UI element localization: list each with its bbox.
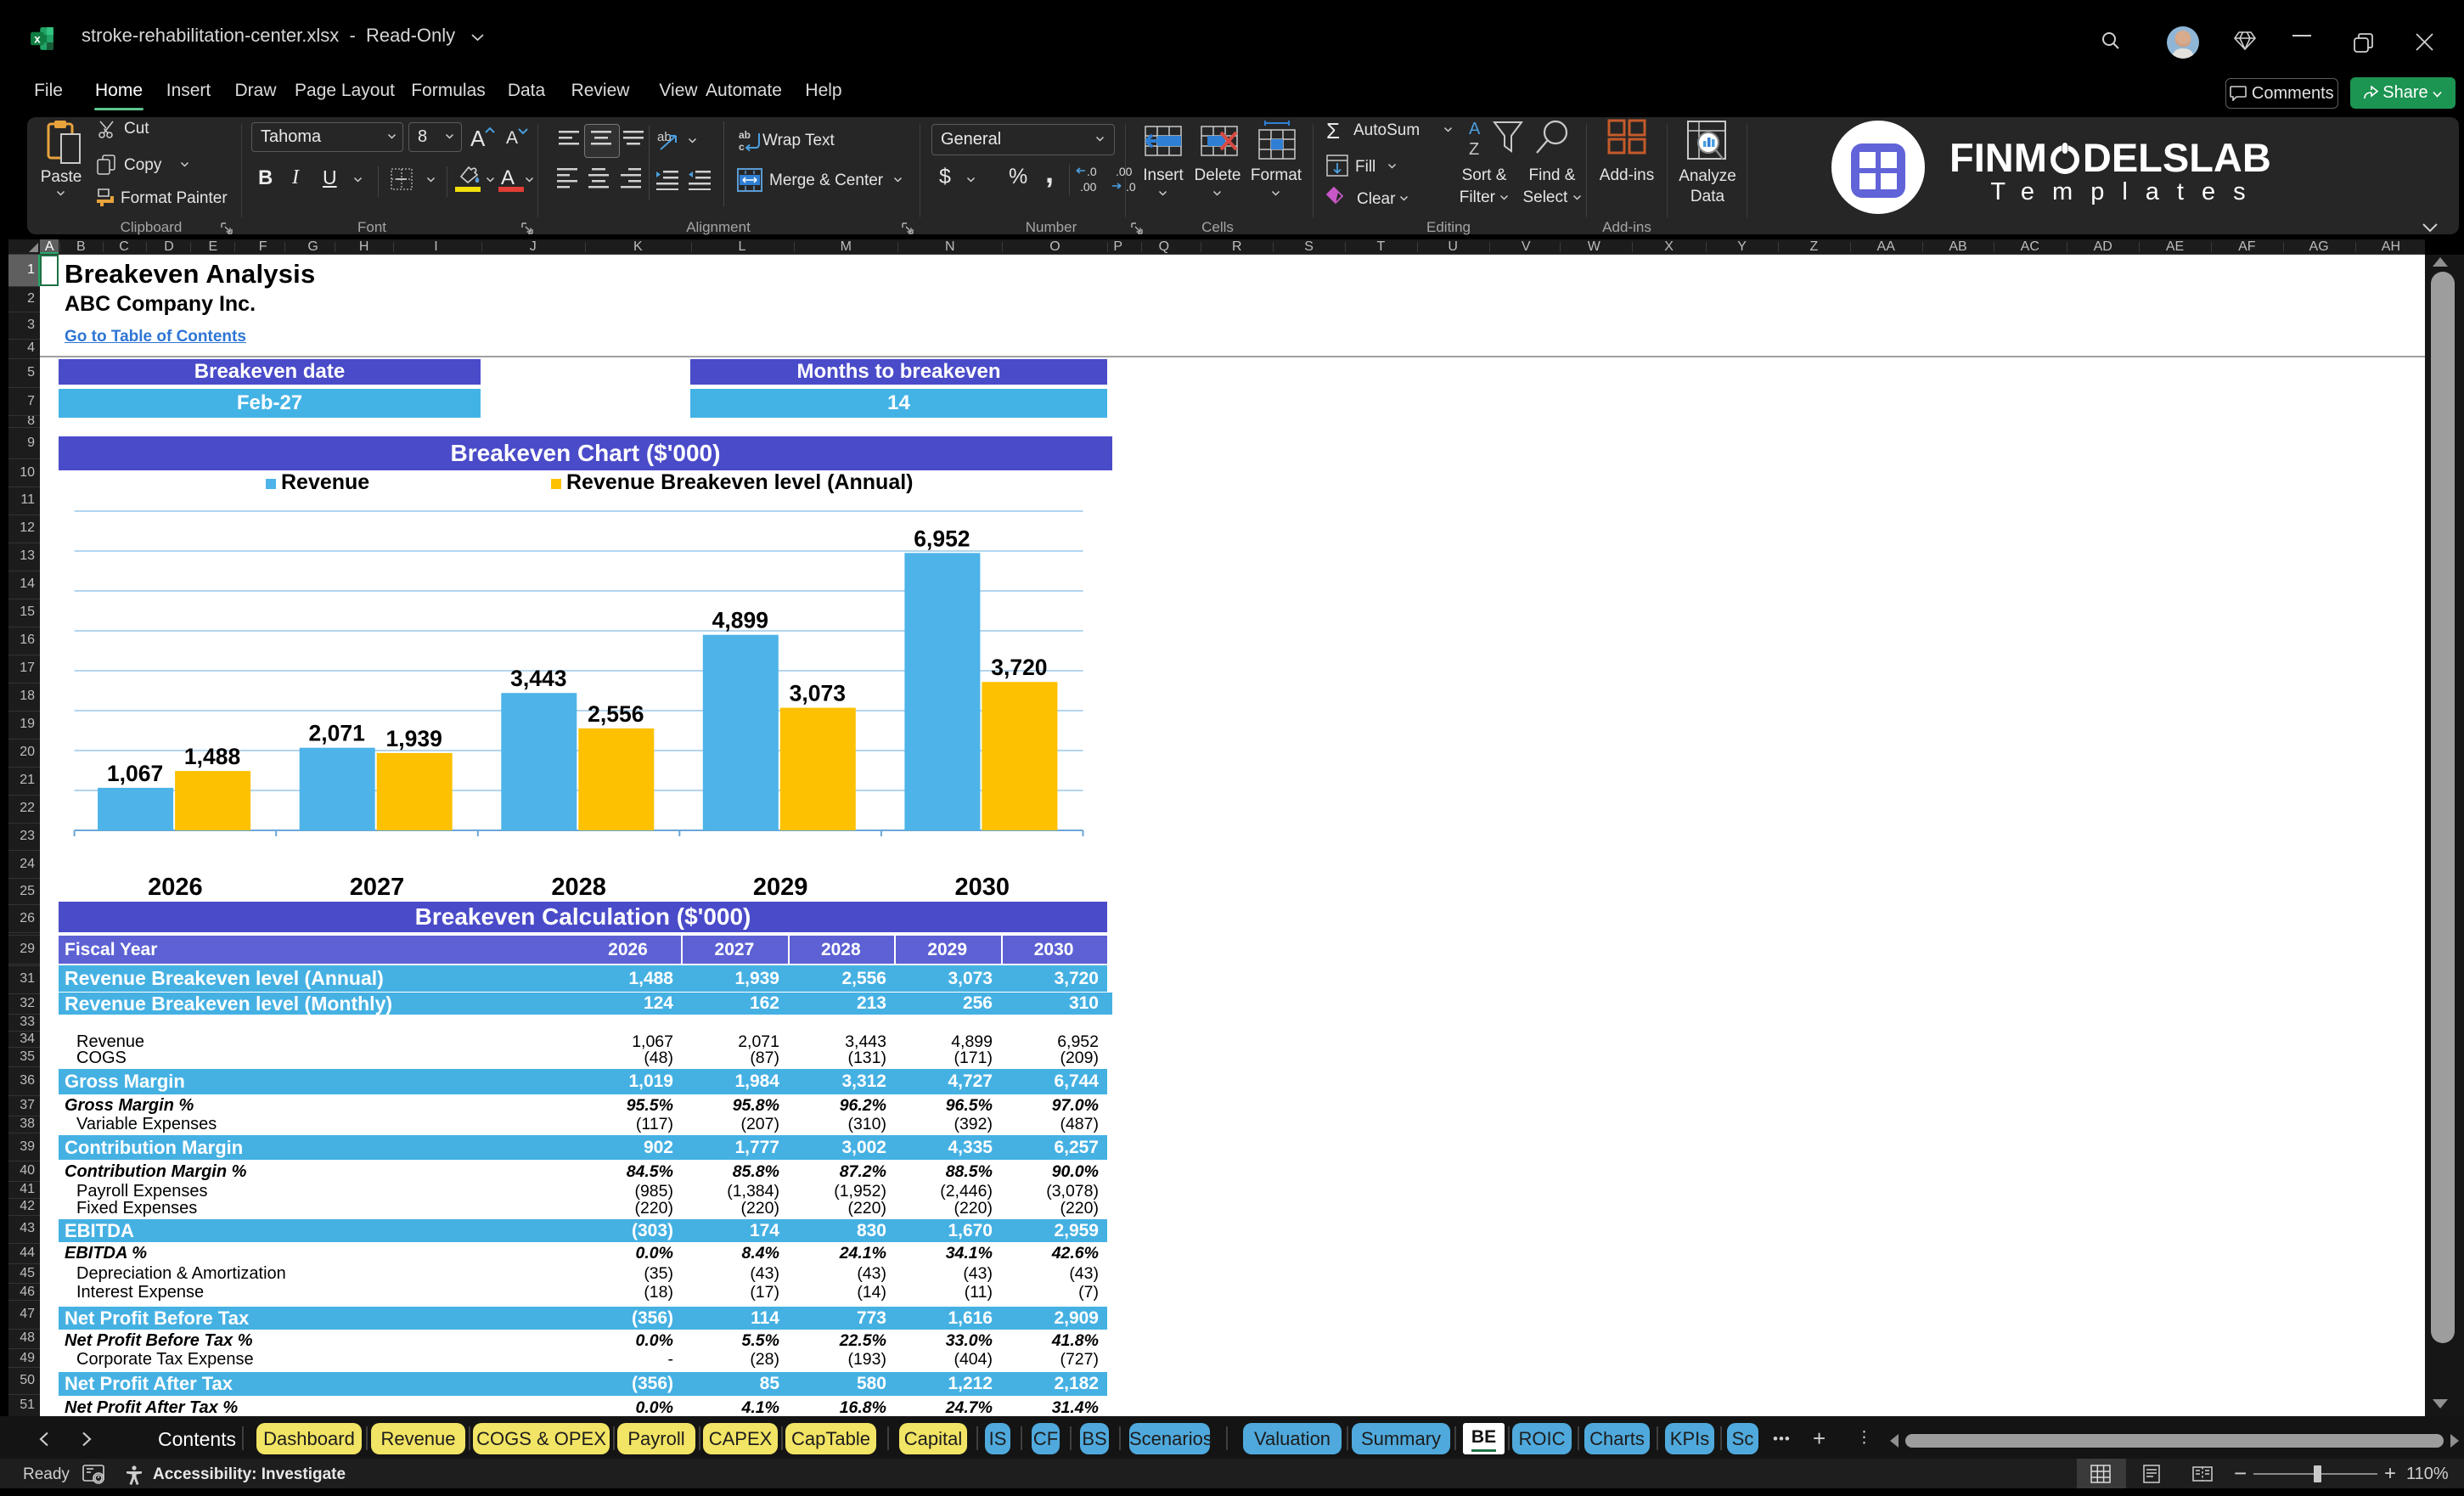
svg-text:c: c (739, 141, 745, 152)
svg-text:x: x (34, 33, 41, 46)
svg-text:Z: Z (1469, 140, 1479, 156)
svg-text:.0: .0 (1126, 180, 1136, 194)
svg-text:.00: .00 (1080, 180, 1097, 194)
svg-text:.00: .00 (1116, 165, 1133, 178)
svg-text:ab: ab (739, 130, 751, 141)
svg-text:A: A (1469, 120, 1481, 138)
svg-text:.0: .0 (1087, 165, 1097, 178)
